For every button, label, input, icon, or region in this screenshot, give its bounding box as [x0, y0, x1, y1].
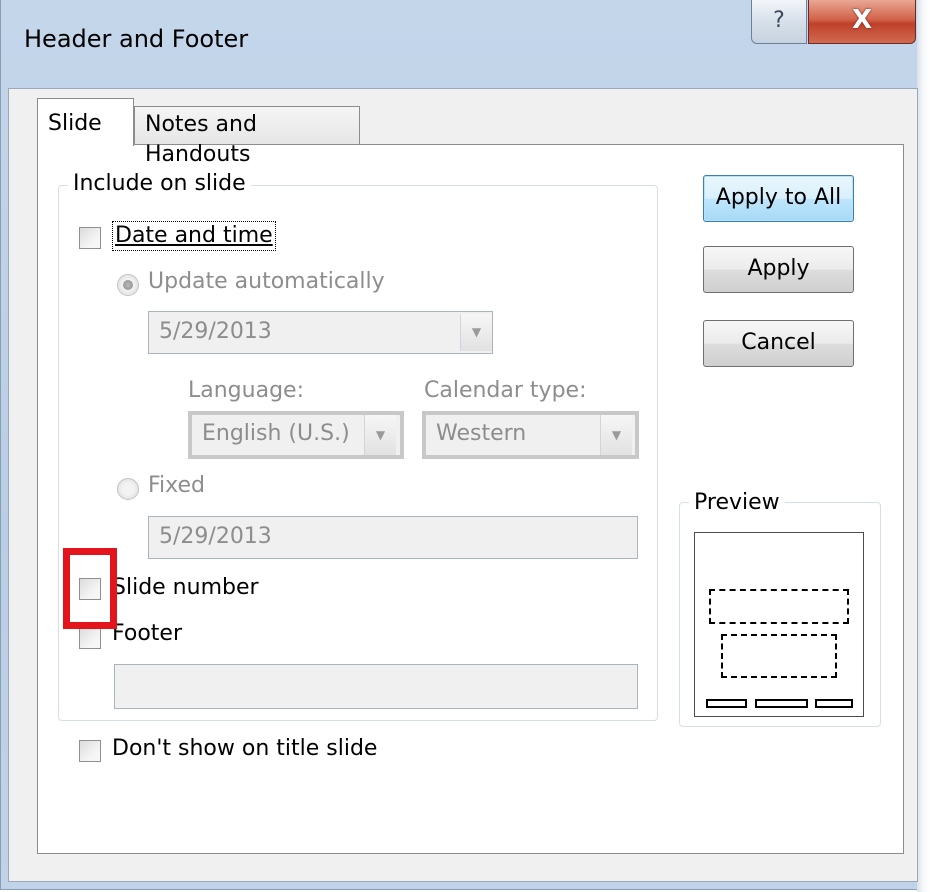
tab-notes-and-handouts[interactable]: Notes and Handouts [134, 106, 360, 167]
dont-show-title-label[interactable]: Don't show on title slide [112, 736, 377, 761]
preview-date-placeholder [706, 699, 747, 708]
tab-notes-label: Notes and Handouts [145, 112, 257, 167]
tab-slide-label: Slide [48, 111, 102, 136]
footer-checkbox[interactable] [79, 627, 101, 649]
update-automatically-label: Update automatically [148, 269, 385, 294]
help-button[interactable]: ? [751, 0, 807, 44]
language-label: Language: [188, 378, 304, 403]
auto-date-value: 5/29/2013 [159, 319, 272, 344]
language-value: English (U.S.) [202, 421, 350, 446]
preview-title-placeholder [709, 589, 849, 624]
chevron-down-icon[interactable]: ▼ [460, 314, 492, 351]
slide-number-label[interactable]: Slide number [112, 575, 259, 600]
footer-label[interactable]: Footer [112, 621, 182, 646]
chevron-down-icon[interactable]: ▼ [364, 415, 396, 455]
cancel-button[interactable]: Cancel [703, 320, 854, 367]
tab-slide[interactable]: Slide [37, 98, 134, 146]
apply-to-all-button[interactable]: Apply to All [703, 175, 854, 222]
preview-slide-thumbnail [694, 532, 864, 717]
date-time-label[interactable]: Date and time [112, 221, 276, 251]
dialog-title: Header and Footer [24, 25, 249, 53]
auto-date-combo[interactable]: 5/29/2013 [148, 311, 493, 354]
highlight-box [63, 548, 117, 629]
apply-button[interactable]: Apply [703, 246, 854, 293]
fixed-radio[interactable] [117, 478, 139, 500]
date-time-checkbox[interactable] [79, 227, 101, 249]
update-automatically-radio[interactable] [117, 274, 139, 296]
footer-input[interactable] [114, 664, 638, 709]
fixed-date-input[interactable]: 5/29/2013 [148, 516, 638, 559]
preview-number-placeholder [815, 699, 853, 708]
preview-footer-placeholder [755, 699, 808, 708]
dont-show-title-checkbox[interactable] [79, 740, 101, 762]
close-button[interactable]: X [808, 0, 916, 44]
fixed-label: Fixed [148, 473, 206, 498]
fixed-date-value: 5/29/2013 [159, 524, 272, 549]
chevron-down-icon[interactable]: ▼ [600, 415, 632, 455]
background-edge [917, 0, 930, 892]
calendar-type-value: Western [436, 421, 527, 446]
help-icon: ? [773, 8, 785, 33]
calendar-type-label: Calendar type: [424, 378, 587, 403]
include-on-slide-label: Include on slide [68, 171, 251, 196]
preview-body-placeholder [721, 634, 837, 678]
preview-label: Preview [689, 490, 785, 515]
close-icon: X [851, 5, 873, 35]
